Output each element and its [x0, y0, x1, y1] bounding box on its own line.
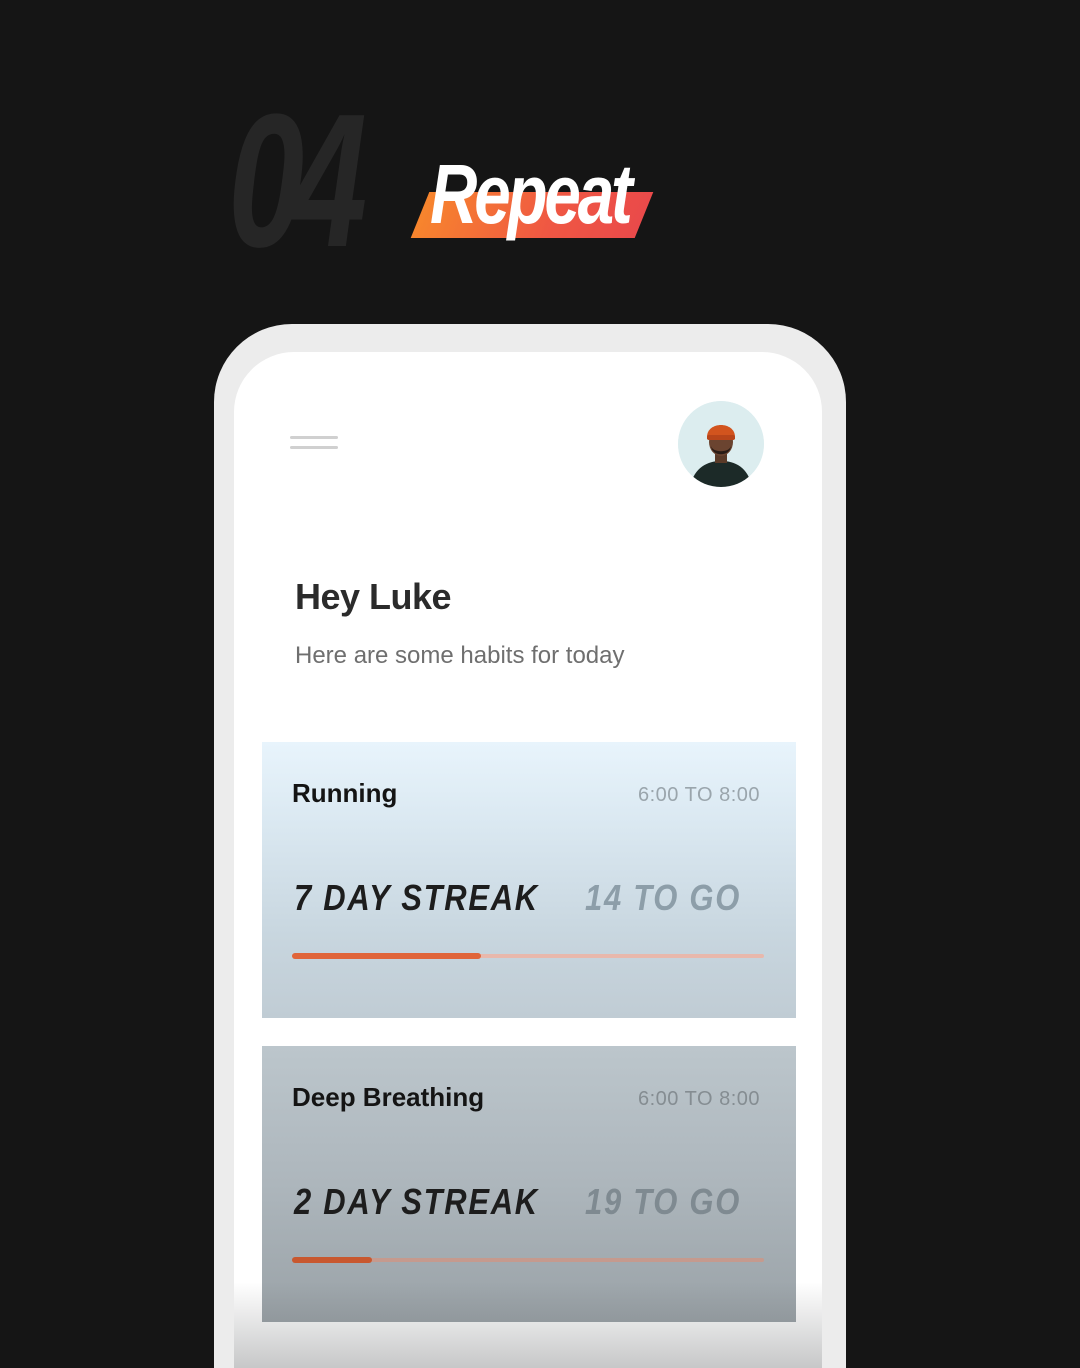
avatar-portrait	[678, 401, 764, 487]
habit-time: 6:00 TO 8:00	[637, 1088, 760, 1110]
progress-track	[292, 953, 764, 959]
streak-count: 2 DAY STREAK	[294, 1181, 539, 1222]
streak-row: 2 DAY STREAK 19 TO GO	[294, 1184, 766, 1220]
hamburger-menu-icon[interactable]	[290, 432, 340, 454]
user-avatar[interactable]	[678, 401, 764, 487]
streak-count: 7 DAY STREAK	[294, 877, 539, 918]
habit-card-running[interactable]: Running 6:00 TO 8:00 7 DAY STREAK 14 TO …	[262, 742, 796, 1018]
habit-name: Running	[292, 778, 398, 808]
habit-name: Deep Breathing	[292, 1082, 485, 1112]
step-title: Repeat	[430, 147, 633, 241]
habit-time: 6:00 TO 8:00	[637, 784, 760, 806]
phone-frame: Hey Luke Here are some habits for today …	[214, 324, 846, 1368]
progress-track	[292, 1257, 764, 1263]
step-number: 04	[228, 75, 367, 287]
days-to-go: 19 TO GO	[584, 1181, 741, 1222]
habit-card-deep-breathing[interactable]: Deep Breathing 6:00 TO 8:00 2 DAY STREAK…	[262, 1046, 796, 1322]
menu-line	[290, 446, 338, 449]
progress-fill	[292, 1257, 373, 1263]
progress-fill	[292, 953, 481, 959]
greeting-subtitle: Here are some habits for today	[295, 642, 625, 669]
days-to-go: 14 TO GO	[584, 877, 741, 918]
step-title-badge: Repeat	[410, 147, 654, 244]
page: 04 Repeat Hey Luke Here are some habits …	[0, 0, 1080, 1368]
phone-screen: Hey Luke Here are some habits for today …	[234, 352, 822, 1368]
streak-row: 7 DAY STREAK 14 TO GO	[294, 880, 766, 916]
greeting-heading: Hey Luke	[295, 576, 452, 617]
menu-line	[290, 436, 338, 439]
